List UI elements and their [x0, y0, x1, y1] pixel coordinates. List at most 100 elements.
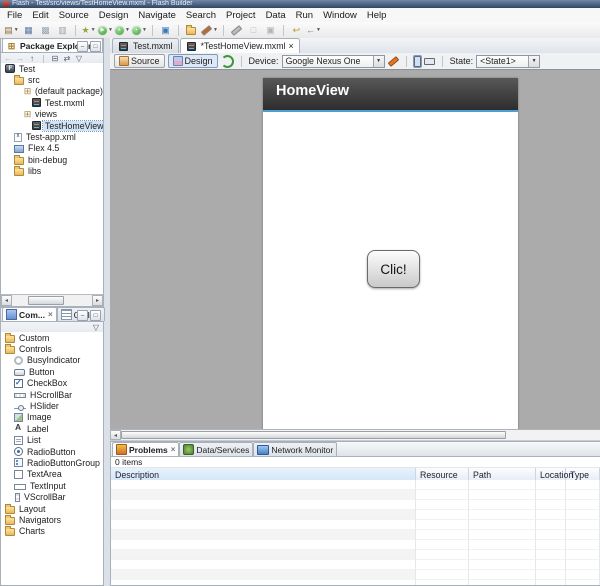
up-icon[interactable]: ↑: [27, 54, 37, 63]
design-view-button[interactable]: Design: [168, 54, 218, 68]
show-outline-block-button[interactable]: ▣: [262, 23, 279, 37]
tree-item-testhomeview-mxml[interactable]: TestHomeView.mxml: [1, 120, 103, 131]
tree-item-textarea[interactable]: TextArea: [1, 469, 103, 480]
view-menu-icon[interactable]: ▽: [91, 323, 101, 332]
minimize-view-icon[interactable]: –: [77, 41, 88, 52]
tree-item-layout[interactable]: Layout: [1, 503, 103, 514]
menu-file[interactable]: File: [2, 8, 27, 22]
tree-item--default-package-[interactable]: ⊞(default package): [1, 86, 103, 97]
save-button[interactable]: ▦: [20, 23, 37, 37]
editor-tab-test-mxml[interactable]: Test.mxml: [112, 38, 179, 53]
last-edit-location-button[interactable]: ↩: [288, 23, 305, 37]
tab-com-[interactable]: Com...×: [2, 307, 57, 321]
tree-item-charts[interactable]: Charts: [1, 526, 103, 537]
scroll-left-icon[interactable]: ◂: [110, 430, 121, 440]
edit-device-pencil-icon[interactable]: [387, 56, 399, 67]
save-all-button[interactable]: ▩: [37, 23, 54, 37]
tab-label: Com...: [19, 310, 45, 320]
scroll-right-icon[interactable]: ▸: [92, 295, 103, 306]
tree-item-hslider[interactable]: HSlider: [1, 400, 103, 411]
clic-button[interactable]: Clic!: [367, 250, 420, 288]
collapse-all-icon[interactable]: ⊟: [50, 54, 60, 63]
tab-network-monitor[interactable]: Network Monitor: [253, 442, 337, 456]
menu-project[interactable]: Project: [221, 8, 261, 22]
scrollbar-thumb[interactable]: [121, 431, 506, 439]
table-cell: [416, 500, 469, 510]
scroll-left-icon[interactable]: ◂: [1, 295, 12, 306]
maximize-view-icon[interactable]: □: [90, 310, 101, 321]
minimize-view-icon[interactable]: –: [77, 310, 88, 321]
tree-item-button[interactable]: Button: [1, 366, 103, 377]
editor-hscrollbar[interactable]: ◂: [110, 429, 600, 441]
tree-item-checkbox[interactable]: CheckBox: [1, 378, 103, 389]
tree-item-navigators[interactable]: Navigators: [1, 514, 103, 525]
tree-item-views[interactable]: ⊞views: [1, 109, 103, 120]
action-bar[interactable]: HomeView: [263, 78, 518, 112]
tab-data-services[interactable]: Data/Services: [179, 442, 253, 456]
tree-item-radiobuttongroup[interactable]: RadioButtonGroup: [1, 457, 103, 468]
close-icon[interactable]: ×: [48, 310, 53, 319]
landscape-orientation-button[interactable]: [424, 58, 435, 65]
external-tools-button[interactable]: +▼: [114, 23, 131, 37]
back-history-button[interactable]: ←▼: [305, 23, 322, 37]
tree-item-radiobutton[interactable]: RadioButton: [1, 446, 103, 457]
design-canvas[interactable]: HomeView Clic!: [110, 69, 600, 430]
network-monitor-icon: [257, 445, 269, 455]
state-select[interactable]: <State1> ▼: [476, 55, 540, 68]
link-with-editor-icon[interactable]: ⇄: [62, 54, 72, 63]
tree-item-libs[interactable]: libs: [1, 166, 103, 177]
tree-item-hscrollbar[interactable]: HScrollBar: [1, 389, 103, 400]
tree-item-busyindicator[interactable]: BusyIndicator: [1, 355, 103, 366]
close-icon[interactable]: ×: [289, 41, 294, 51]
menu-edit[interactable]: Edit: [27, 8, 53, 22]
tree-item-custom[interactable]: Custom: [1, 332, 103, 343]
portrait-orientation-button[interactable]: [414, 56, 421, 67]
tree-item-test-mxml[interactable]: Test.mxml: [1, 97, 103, 108]
new-button[interactable]: ▤▼: [3, 23, 20, 37]
scrollbar-thumb[interactable]: [28, 296, 64, 305]
refresh-icon[interactable]: [221, 55, 234, 68]
menu-window[interactable]: Window: [318, 8, 362, 22]
tree-item-controls[interactable]: Controls: [1, 343, 103, 354]
debug-button[interactable]: ★▼: [80, 23, 97, 37]
view-menu-icon[interactable]: ▽: [74, 54, 84, 63]
tree-item-vscrollbar[interactable]: VScrollBar: [1, 491, 103, 502]
run-button[interactable]: ▶▼: [97, 23, 114, 37]
back-icon[interactable]: ←: [3, 54, 13, 63]
window-titlebar[interactable]: Flash - Test/src/views/TestHomeView.mxml…: [0, 0, 600, 8]
table-cell: [469, 540, 536, 550]
editor-tab--testhomeview-mxml[interactable]: *TestHomeView.mxml×: [180, 38, 300, 53]
menu-help[interactable]: Help: [362, 8, 392, 22]
menu-search[interactable]: Search: [181, 8, 221, 22]
menu-design[interactable]: Design: [94, 8, 134, 22]
tree-item-list[interactable]: List: [1, 435, 103, 446]
menu-source[interactable]: Source: [54, 8, 94, 22]
export-release-build-button[interactable]: ▣: [157, 23, 174, 37]
tree-item-test[interactable]: Test: [1, 63, 103, 74]
tree-item-flex-4-5[interactable]: Flex 4.5: [1, 143, 103, 154]
forward-icon[interactable]: →: [15, 54, 25, 63]
tree-item-src[interactable]: src: [1, 74, 103, 85]
tab-label: Network Monitor: [271, 445, 333, 455]
menu-data[interactable]: Data: [261, 8, 291, 22]
tree-item-bin-debug[interactable]: bin-debug: [1, 154, 103, 165]
tree-item-textinput[interactable]: TextInput: [1, 480, 103, 491]
package-explorer-hscrollbar[interactable]: ◂ ▸: [1, 294, 103, 306]
source-view-button[interactable]: Source: [114, 54, 165, 68]
device-select[interactable]: Google Nexus One ▼: [282, 55, 385, 68]
show-source-block-button[interactable]: □: [245, 23, 262, 37]
table-row: [111, 480, 600, 490]
annotate-button[interactable]: [228, 23, 245, 37]
maximize-view-icon[interactable]: □: [90, 41, 101, 52]
tree-item-label[interactable]: Label: [1, 423, 103, 434]
close-icon[interactable]: ×: [171, 445, 176, 454]
profile-button[interactable]: ▪▼: [131, 23, 148, 37]
open-folder-button[interactable]: [183, 23, 200, 37]
mark-occurrences-button[interactable]: ▼: [200, 23, 219, 37]
print-button[interactable]: ▥: [54, 23, 71, 37]
device-screen[interactable]: HomeView Clic!: [263, 78, 518, 430]
tree-item-test-app-xml[interactable]: Test-app.xml: [1, 131, 103, 142]
menu-run[interactable]: Run: [291, 8, 318, 22]
menu-navigate[interactable]: Navigate: [133, 8, 181, 22]
tab-problems[interactable]: Problems×: [112, 442, 179, 456]
